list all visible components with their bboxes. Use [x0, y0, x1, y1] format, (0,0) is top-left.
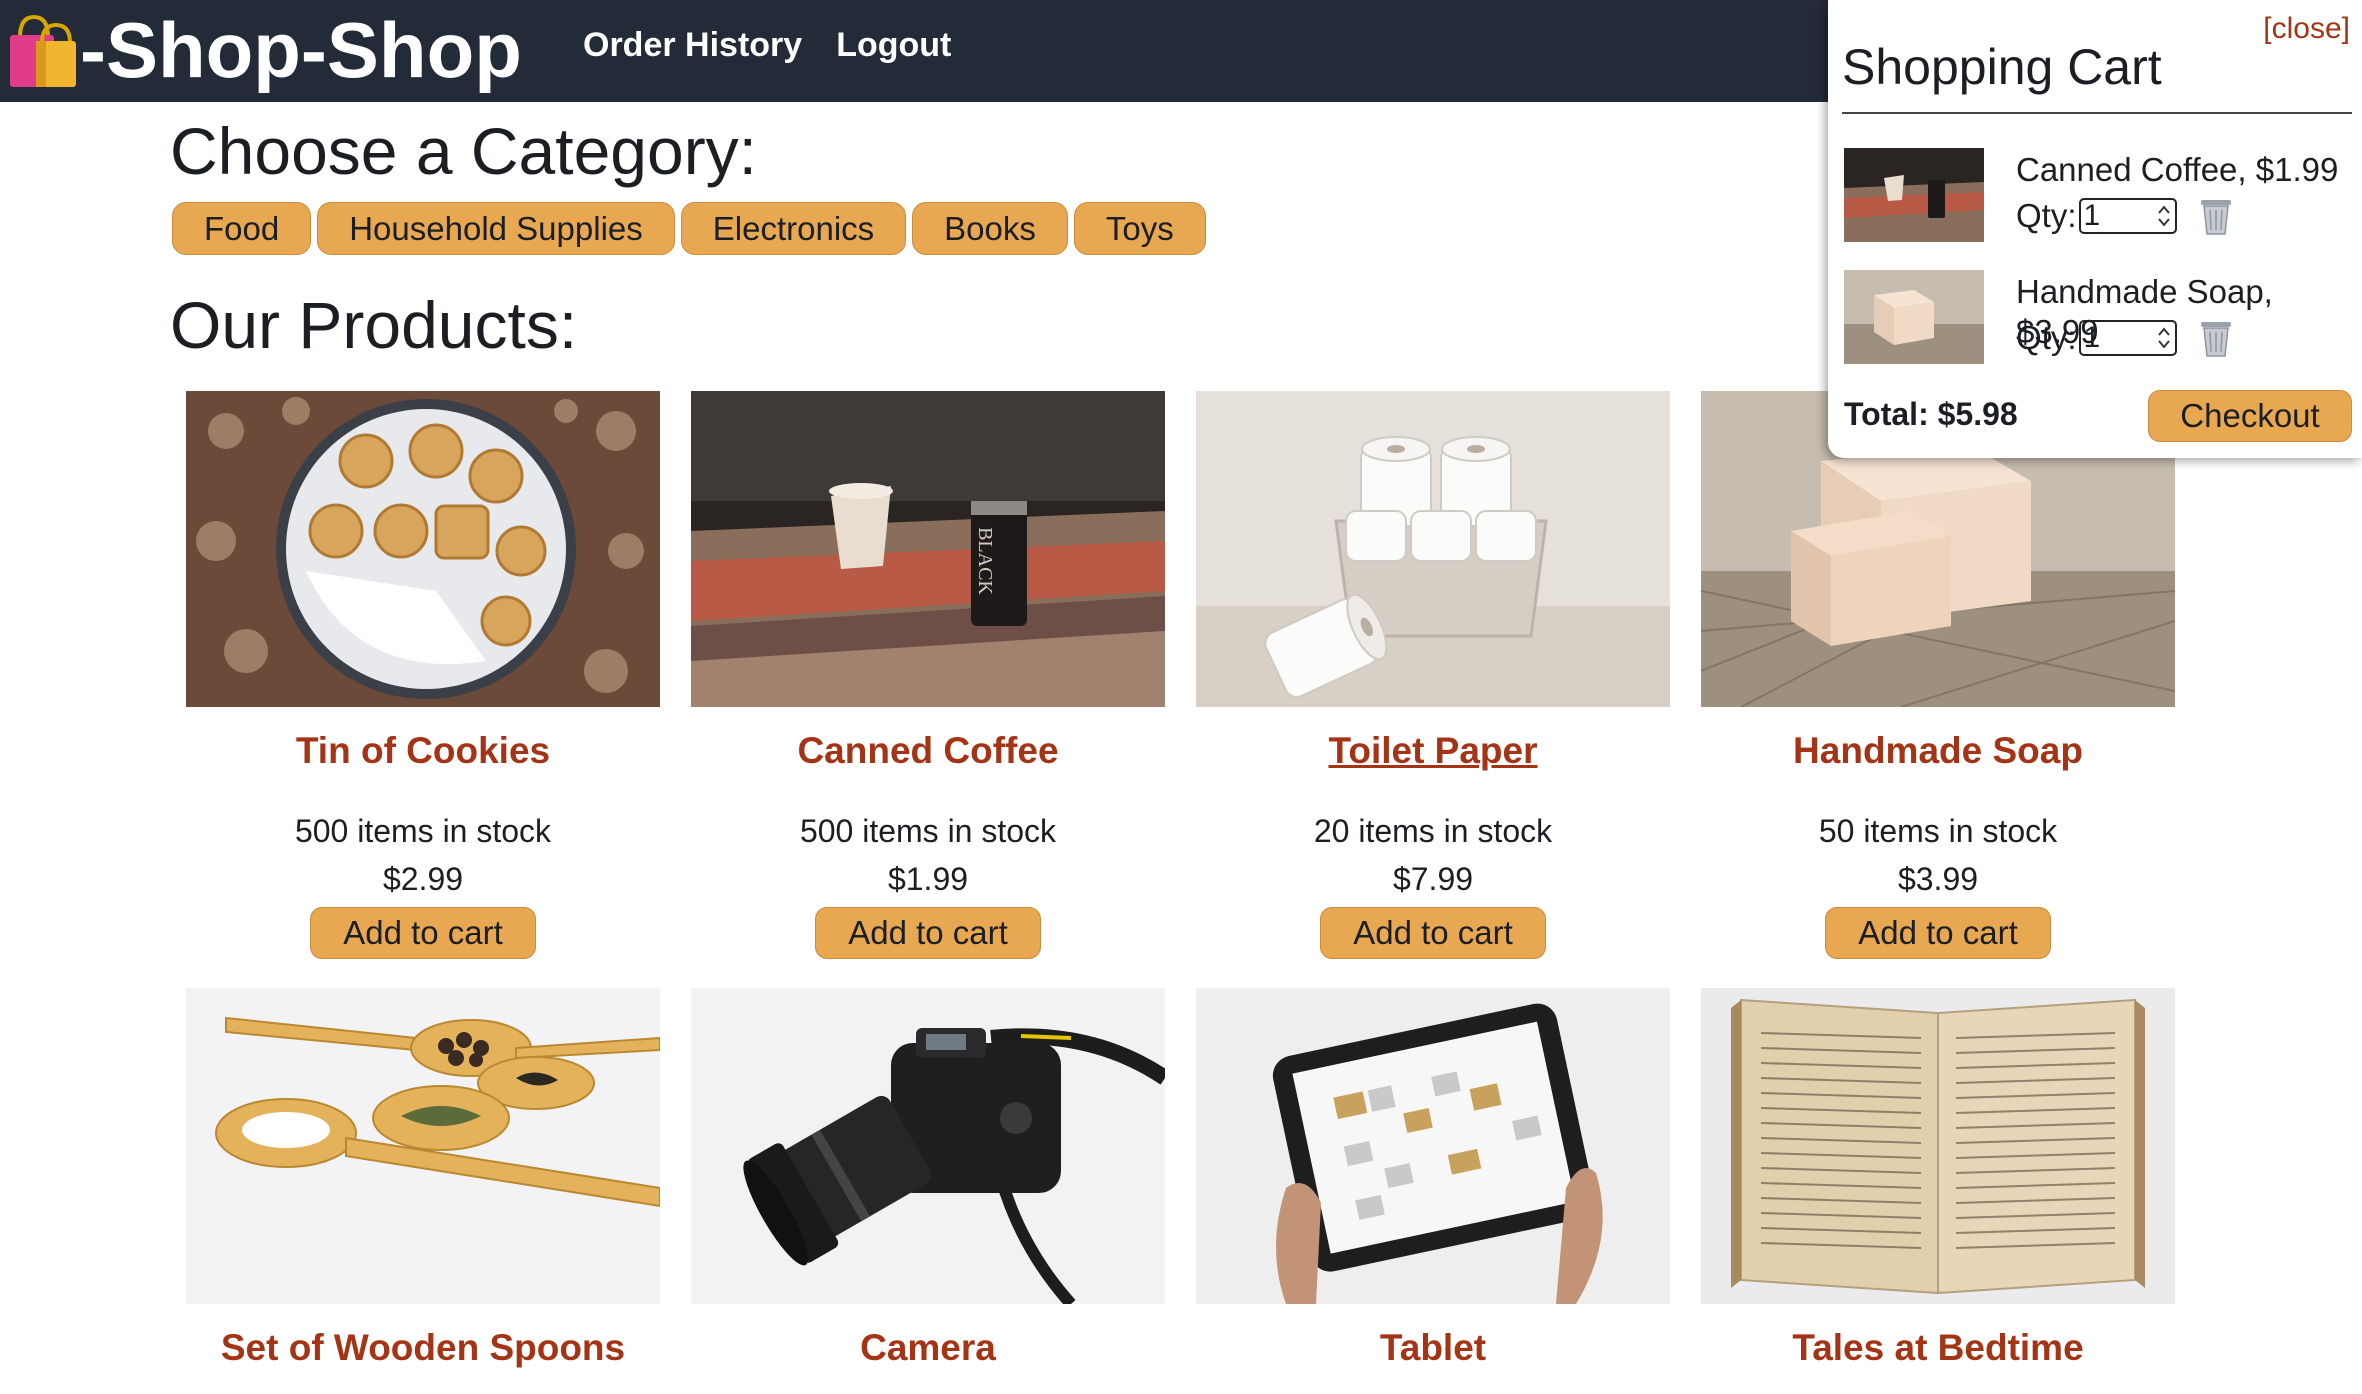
product-image-toilet-paper[interactable]	[1196, 391, 1670, 707]
product-card: Camera	[690, 988, 1166, 1370]
product-image-cookies[interactable]	[186, 391, 660, 707]
category-electronics-button[interactable]: Electronics	[680, 202, 907, 255]
cart-item: Canned Coffee, $1.99 Qty: 1	[1844, 148, 2354, 248]
add-to-cart-button[interactable]: Add to cart	[1825, 907, 2051, 959]
cart-item: Handmade Soap, $3.99 Qty: 1	[1844, 270, 2354, 370]
cart-item-name: Canned Coffee, $1.99	[2016, 151, 2339, 188]
product-image-spoons[interactable]	[186, 988, 660, 1304]
product-card: Toilet Paper 20 items in stock $7.99 Add…	[1195, 391, 1671, 959]
product-price: $2.99	[382, 861, 464, 897]
svg-text:BLACK: BLACK	[974, 527, 996, 595]
product-card: BLACK Canned Coffee 500 items in stock $…	[690, 391, 1166, 959]
stock-count: 500 items in stock	[799, 813, 1057, 849]
main-nav: Order History Logout	[583, 22, 951, 68]
cart-total: Total: $5.98	[1844, 396, 2018, 432]
product-name-link[interactable]: Tablet	[1195, 1326, 1671, 1370]
quantity-stepper-icon[interactable]	[2157, 325, 2171, 351]
quantity-input[interactable]: 1	[2078, 320, 2177, 356]
product-name-link[interactable]: Set of Wooden Spoons	[185, 1326, 661, 1370]
product-card: Handmade Soap 50 items in stock $3.99 Ad…	[1700, 391, 2176, 959]
product-name-link[interactable]: Tales at Bedtime	[1700, 1326, 2176, 1370]
cart-title: Shopping Cart	[1842, 39, 2162, 95]
category-food-button[interactable]: Food	[172, 202, 312, 255]
add-to-cart-button[interactable]: Add to cart	[1320, 907, 1546, 959]
product-card: Tales at Bedtime	[1700, 988, 2176, 1370]
product-image-camera[interactable]	[691, 988, 1165, 1304]
product-image-book[interactable]	[1701, 988, 2175, 1304]
product-name-link[interactable]: Toilet Paper	[1195, 729, 1671, 773]
product-image-tablet[interactable]	[1196, 988, 1670, 1304]
order-history-link[interactable]: Order History	[583, 22, 802, 68]
product-price: $1.99	[887, 861, 969, 897]
qty-label: Qty:	[2016, 197, 2077, 234]
quantity-value: 1	[2083, 199, 2101, 232]
close-cart-link[interactable]: [close]	[2263, 12, 2350, 46]
category-heading: Choose a Category:	[170, 114, 758, 188]
brand-link[interactable]: -Shop-Shop	[6, 4, 522, 96]
stock-count: 20 items in stock	[1313, 813, 1553, 849]
logout-link[interactable]: Logout	[836, 22, 951, 68]
add-to-cart-button[interactable]: Add to cart	[310, 907, 536, 959]
shopping-bags-icon	[10, 14, 76, 87]
add-to-cart-button[interactable]: Add to cart	[815, 907, 1041, 959]
quantity-value: 1	[2083, 321, 2101, 354]
quantity-input[interactable]: 1	[2078, 198, 2177, 234]
stock-count: 500 items in stock	[294, 813, 552, 849]
category-books-button[interactable]: Books	[912, 202, 1068, 255]
products-heading: Our Products:	[170, 288, 578, 362]
trash-icon[interactable]	[2197, 318, 2235, 358]
product-name-link[interactable]: Camera	[690, 1326, 1166, 1370]
category-household-button[interactable]: Household Supplies	[317, 202, 675, 255]
brand-title: -Shop-Shop	[80, 6, 522, 94]
product-card: Set of Wooden Spoons	[185, 988, 661, 1370]
cart-item-image-coffee	[1844, 148, 1984, 242]
category-list: Food Household Supplies Electronics Book…	[172, 202, 1206, 255]
product-card: Tin of Cookies 500 items in stock $2.99 …	[185, 391, 661, 959]
category-toys-button[interactable]: Toys	[1073, 202, 1206, 255]
product-name-link[interactable]: Handmade Soap	[1700, 729, 2176, 773]
divider	[1842, 112, 2352, 114]
trash-icon[interactable]	[2197, 196, 2235, 236]
cart-item-image-soap	[1844, 270, 1984, 364]
quantity-stepper-icon[interactable]	[2157, 203, 2171, 229]
stock-count: 50 items in stock	[1818, 813, 2058, 849]
product-card: Tablet	[1195, 988, 1671, 1370]
product-name-link[interactable]: Tin of Cookies	[185, 729, 661, 773]
cart-item-qty-row: Qty: 1	[2016, 318, 2235, 358]
product-name-link[interactable]: Canned Coffee	[690, 729, 1166, 773]
qty-label: Qty:	[2016, 319, 2077, 356]
shopping-cart-panel: [close] Shopping Cart Canned Coffee, $1.…	[1828, 0, 2362, 458]
product-image-coffee[interactable]: BLACK	[691, 391, 1165, 707]
product-price: $3.99	[1897, 861, 1979, 897]
product-price: $7.99	[1392, 861, 1474, 897]
cart-item-qty-row: Qty: 1	[2016, 196, 2235, 236]
checkout-button[interactable]: Checkout	[2148, 390, 2352, 442]
